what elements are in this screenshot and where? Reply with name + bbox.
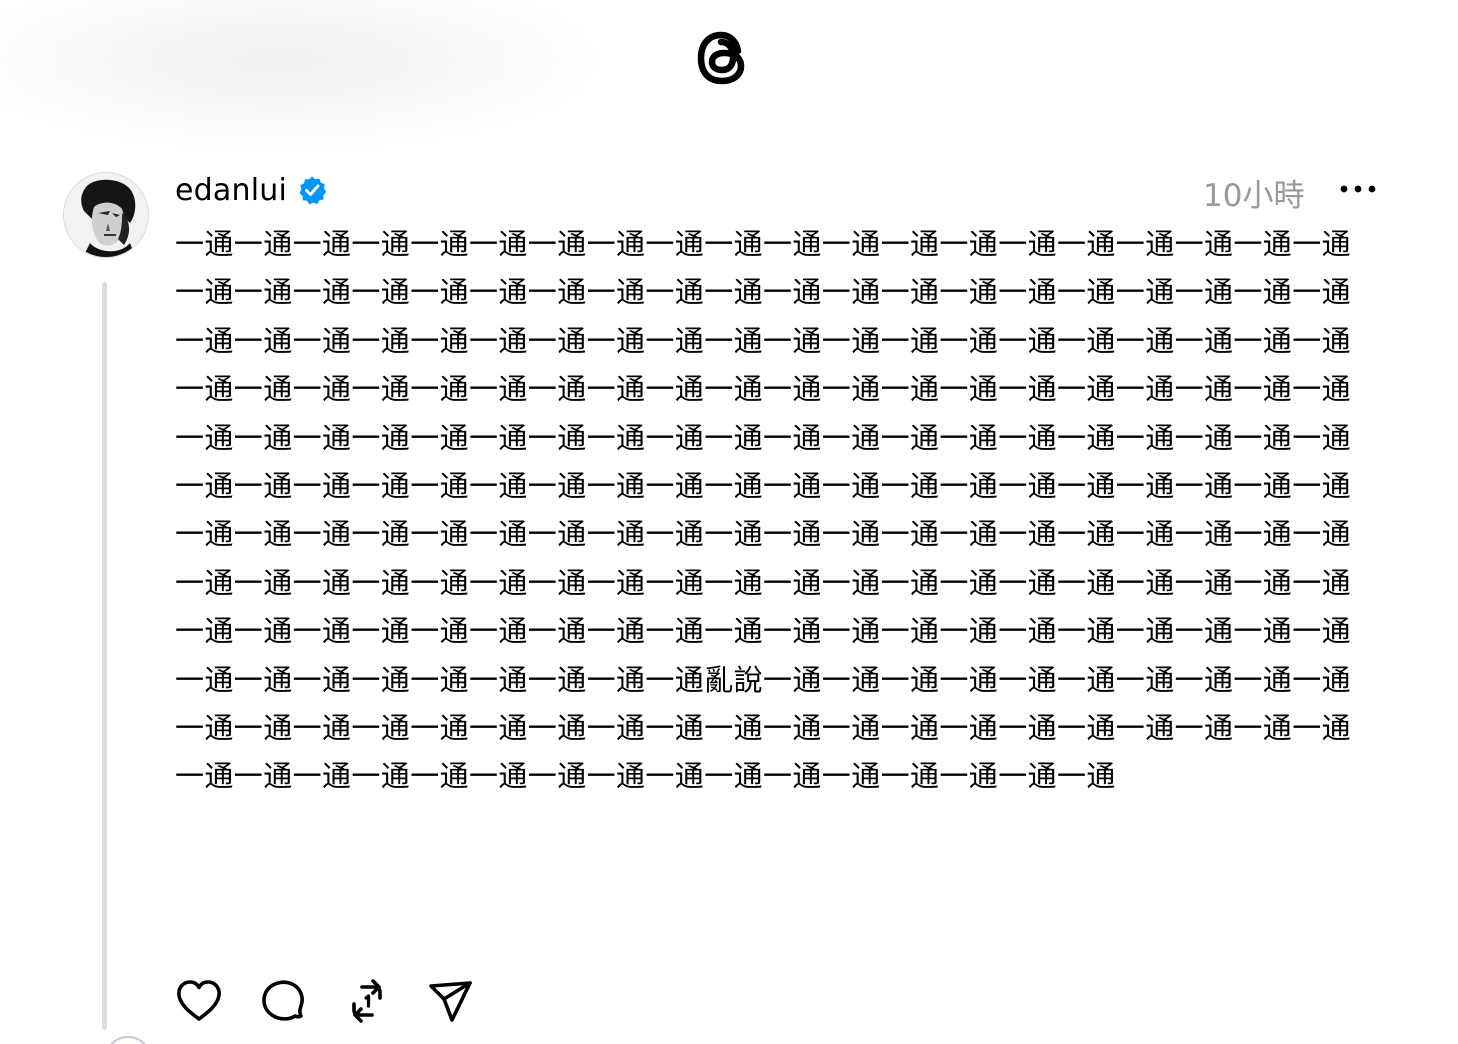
post-actions bbox=[172, 974, 508, 1028]
thread-connector-line bbox=[102, 282, 107, 1030]
avatar-image bbox=[64, 173, 148, 257]
next-reply-avatar[interactable] bbox=[104, 1036, 152, 1044]
avatar[interactable] bbox=[63, 172, 149, 258]
threads-logo-icon[interactable] bbox=[686, 22, 758, 94]
verified-badge-icon bbox=[299, 176, 327, 205]
reply-button[interactable] bbox=[256, 974, 310, 1028]
share-button[interactable] bbox=[424, 974, 478, 1028]
repost-icon bbox=[352, 979, 382, 1023]
username[interactable]: edanlui bbox=[175, 173, 287, 208]
post-text: 一通一通一通一通一通一通一通一通一通一通一通一通一通一通一通一通一通一通一通一通… bbox=[175, 227, 1352, 794]
repost-button[interactable] bbox=[340, 974, 394, 1028]
like-button[interactable] bbox=[172, 974, 226, 1028]
post-header: edanlui bbox=[175, 168, 327, 212]
threads-page: edanlui 10小時 一通一通一通一通一通一通一通一通一通一通一通一通一通一… bbox=[0, 0, 1458, 1044]
more-horizontal-icon[interactable] bbox=[1338, 180, 1378, 198]
send-icon bbox=[429, 981, 472, 1022]
heart-icon bbox=[177, 980, 221, 1021]
top-background-fade bbox=[0, 0, 600, 150]
comment-icon bbox=[262, 980, 304, 1021]
post-timestamp: 10小時 bbox=[1203, 178, 1305, 214]
